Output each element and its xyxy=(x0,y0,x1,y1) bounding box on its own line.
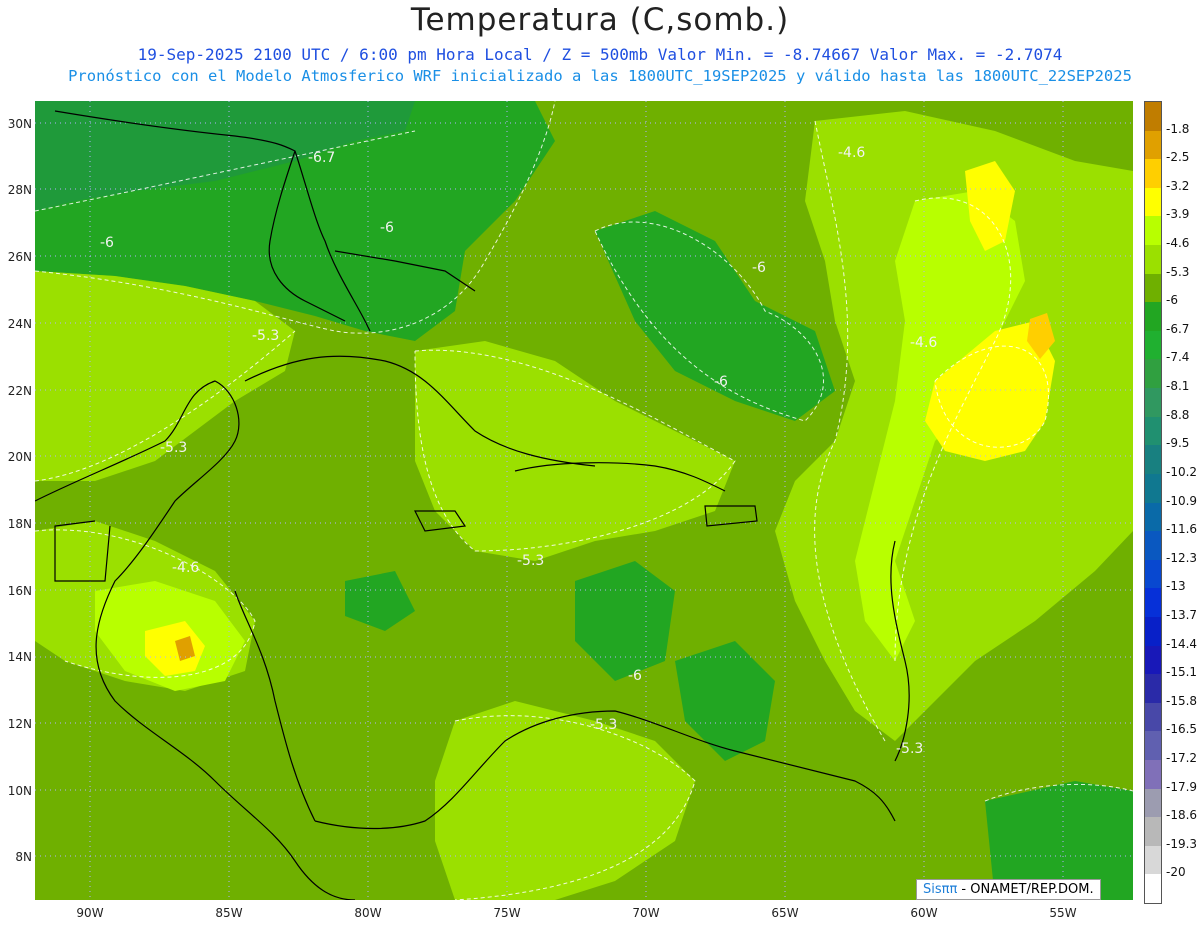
credit-text: - ONAMET/REP.DOM. xyxy=(957,882,1094,897)
lon-label: 70W xyxy=(632,906,660,920)
colorbar-label: -20 xyxy=(1166,865,1186,880)
lat-label: 12N xyxy=(7,717,32,731)
credit-brand: Sisππ xyxy=(923,882,958,897)
colorbar-segment xyxy=(1145,588,1161,618)
colorbar-segment xyxy=(1145,788,1161,818)
contour-label: -5.3 xyxy=(252,328,280,344)
colorbar-label: -10.2 xyxy=(1166,464,1198,479)
colorbar-label: -7.4 xyxy=(1166,350,1190,365)
colorbar-label: -9.5 xyxy=(1166,436,1190,451)
colorbar-label: -8.8 xyxy=(1166,407,1190,422)
lon-label: 75W xyxy=(493,906,521,920)
lat-label: 16N xyxy=(7,584,32,598)
map-svg xyxy=(35,101,1133,900)
colorbar-segment xyxy=(1145,531,1161,561)
colorbar-segment xyxy=(1145,874,1161,904)
contour-label: -4.6 xyxy=(172,560,200,576)
contour-label: -6 xyxy=(628,668,642,684)
colorbar-label: -2.5 xyxy=(1166,150,1190,165)
lat-label: 24N xyxy=(7,317,32,331)
lat-label: 28N xyxy=(7,183,32,197)
contour-label: -6 xyxy=(714,374,728,390)
colorbar-label: -13 xyxy=(1166,579,1186,594)
lat-label: 8N xyxy=(15,850,32,864)
contour-label: -4.6 xyxy=(838,145,866,161)
colorbar-segment xyxy=(1145,159,1161,189)
colorbar-segment xyxy=(1145,216,1161,246)
colorbar-segment xyxy=(1145,759,1161,790)
colorbar-segment xyxy=(1145,302,1161,332)
colorbar-label: -17.2 xyxy=(1166,750,1198,765)
contour-label: -6 xyxy=(380,220,394,236)
colorbar-segment xyxy=(1145,845,1161,875)
lon-label: 65W xyxy=(771,906,799,920)
colorbar-label: -5.3 xyxy=(1166,264,1190,279)
colorbar-label: -4.6 xyxy=(1166,236,1190,251)
credit-box: Sisππ - ONAMET/REP.DOM. xyxy=(916,879,1101,900)
colorbar-label: -13.7 xyxy=(1166,607,1198,622)
contour-label: -6.7 xyxy=(308,150,336,166)
colorbar-segment xyxy=(1145,102,1161,132)
colorbar-label: -6 xyxy=(1166,293,1178,308)
colorbar-segment xyxy=(1145,559,1161,589)
lat-label: 14N xyxy=(7,650,32,664)
lat-label: 26N xyxy=(7,250,32,264)
colorbar-label: -19.3 xyxy=(1166,836,1198,851)
colorbar-segment xyxy=(1145,359,1161,389)
colorbar-segment xyxy=(1145,388,1161,418)
lat-label: 30N xyxy=(7,117,32,131)
colorbar-segment xyxy=(1145,273,1161,303)
lat-label: 10N xyxy=(7,784,32,798)
colorbar-segment xyxy=(1145,502,1161,532)
lat-label: 18N xyxy=(7,517,32,531)
colorbar-segment xyxy=(1145,187,1161,217)
colorbar-segment xyxy=(1145,473,1161,503)
colorbar-segment xyxy=(1145,330,1161,360)
colorbar-label: -6.7 xyxy=(1166,321,1190,336)
colorbar-label: -3.9 xyxy=(1166,207,1190,222)
colorbar-segment xyxy=(1145,731,1161,761)
map-title: Temperatura (C,somb.) xyxy=(410,2,790,38)
contour-label: -4.6 xyxy=(910,335,938,351)
colorbar-label: -16.5 xyxy=(1166,722,1198,737)
contour-label: -5.3 xyxy=(896,741,924,757)
lon-label: 85W xyxy=(215,906,243,920)
lon-label: 80W xyxy=(354,906,382,920)
colorbar-segment xyxy=(1145,702,1161,732)
colorbar-label: -17.9 xyxy=(1166,779,1198,794)
contour-label: -6 xyxy=(100,235,114,251)
lon-label: 60W xyxy=(910,906,938,920)
lon-label: 90W xyxy=(76,906,104,920)
colorbar-label: -11.6 xyxy=(1166,522,1198,537)
colorbar-label: -1.8 xyxy=(1166,121,1190,136)
contour-label: -5.3 xyxy=(160,440,188,456)
lat-label: 22N xyxy=(7,384,32,398)
contour-label: -5.3 xyxy=(590,717,618,733)
colorbar-label: -3.2 xyxy=(1166,178,1190,193)
colorbar-segment xyxy=(1145,445,1161,475)
contour-label: -5.3 xyxy=(517,553,545,569)
colorbar-segment xyxy=(1145,645,1161,675)
colorbar-label: -18.6 xyxy=(1166,808,1198,823)
contour-label: -6 xyxy=(752,260,766,276)
colorbar-label: -14.4 xyxy=(1166,636,1198,651)
lat-label: 20N xyxy=(7,450,32,464)
colorbar-segment xyxy=(1145,130,1161,160)
colorbar xyxy=(1144,101,1162,904)
colorbar-label: -8.1 xyxy=(1166,379,1190,394)
colorbar-segment xyxy=(1145,616,1161,647)
colorbar-label: -15.1 xyxy=(1166,665,1198,680)
colorbar-label: -15.8 xyxy=(1166,693,1198,708)
colorbar-segment xyxy=(1145,416,1161,446)
subtitle-model-info: Pronóstico con el Modelo Atmosferico WRF… xyxy=(68,67,1132,85)
colorbar-label: -10.9 xyxy=(1166,493,1198,508)
colorbar-segment xyxy=(1145,817,1161,847)
colorbar-label: -12.3 xyxy=(1166,550,1198,565)
lon-label: 55W xyxy=(1049,906,1077,920)
temperature-map xyxy=(35,101,1133,900)
colorbar-segment xyxy=(1145,674,1161,704)
colorbar-segment xyxy=(1145,245,1161,275)
subtitle-valid-time: 19-Sep-2025 2100 UTC / 6:00 pm Hora Loca… xyxy=(137,45,1063,64)
